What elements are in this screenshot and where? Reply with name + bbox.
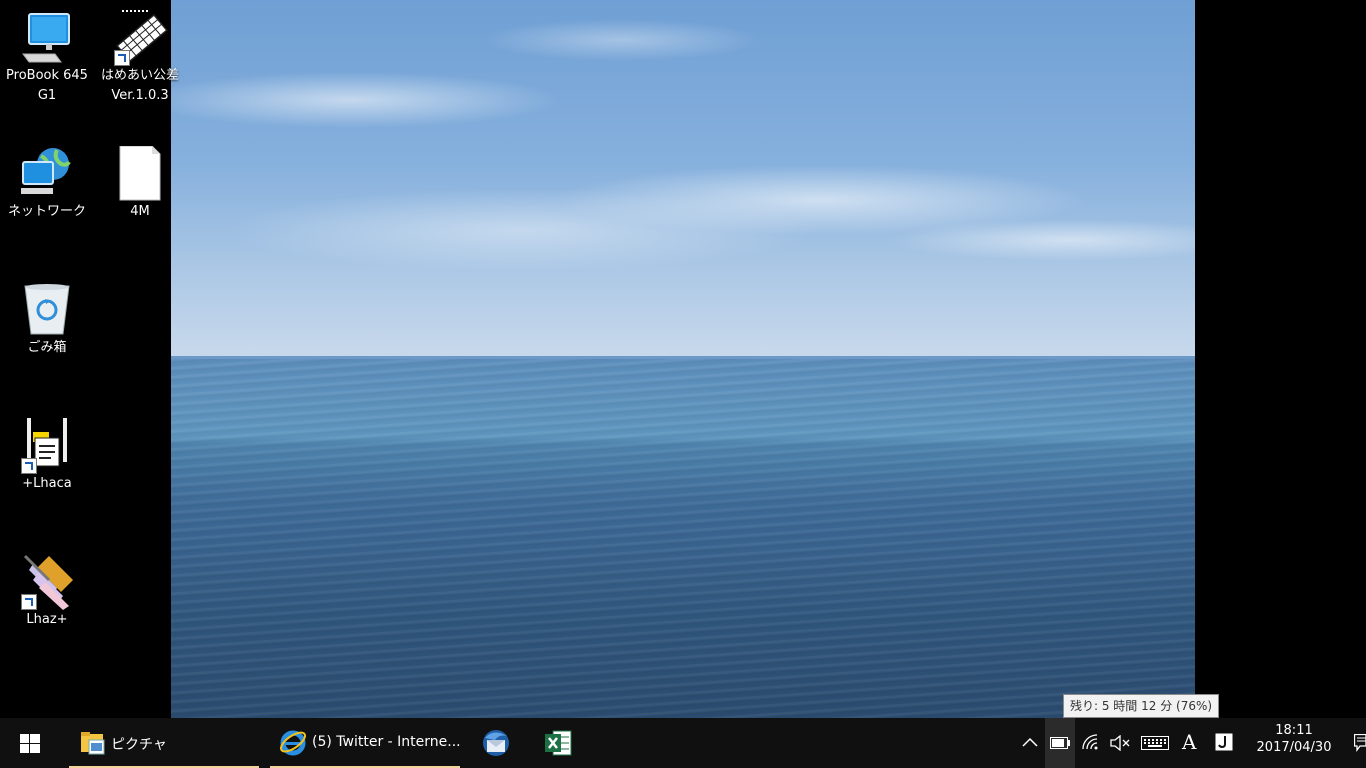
clock-button[interactable]: 18:11 2017/04/30 [1250,718,1338,768]
taskbar-explorer-label: ピクチャ [111,737,167,753]
volume-button[interactable] [1106,718,1136,768]
internet-explorer-icon [280,730,306,756]
keyboard-app-icon [112,10,168,66]
tray-app-icon [1215,733,1233,751]
desktop-icon-label: ごみ箱 [27,340,67,355]
desktop-icon-network[interactable]: ネットワーク [1,146,93,222]
ime-mode-label: A [1182,730,1197,754]
battery-button[interactable] [1045,718,1075,768]
taskbar-ie-label: (5) Twitter - Interne... [312,734,461,750]
desktop-icon-probook[interactable]: ProBook 645 G1 [1,10,93,106]
show-hidden-icons-button[interactable] [1016,718,1044,768]
shortcut-arrow-icon [114,50,130,66]
clock-date: 2017/04/30 [1256,740,1332,755]
desktop-icon-label: 4M [130,204,150,219]
action-center-button[interactable] [1344,718,1366,768]
wallpaper-sea [171,358,1195,718]
lhaz-icon [19,554,75,610]
ime-mode-button[interactable]: A [1174,718,1204,768]
battery-tooltip: 残り: 5 時間 12 分 (76%) [1063,694,1220,718]
start-button[interactable] [0,718,60,768]
shortcut-arrow-icon [21,594,37,610]
touch-keyboard-button[interactable] [1138,718,1172,768]
thunderbird-icon [483,730,509,756]
wallpaper-horizon [171,356,1195,359]
file-icon [112,145,168,202]
desktop-icon-label: Lhaz+ [26,612,68,627]
tray-app-button[interactable] [1208,718,1240,768]
recycle-bin-icon [19,282,75,338]
lhaca-icon [19,418,75,474]
wallpaper-sky [171,0,1195,358]
computer-icon [19,10,75,66]
windows-start-icon [20,734,40,753]
notification-icon [1354,734,1366,752]
desktop-icon-label: ProBook 645 G1 [6,68,88,103]
taskbar-explorer-button[interactable]: ピクチャ [69,718,259,768]
desktop-icon-label: はめあい公差 Ver.1.0.3 [100,68,179,103]
desktop-icon-lhaz[interactable]: Lhaz+ [1,554,93,630]
desktop-icon-label: +Lhaca [22,476,72,491]
desktop-wallpaper [171,0,1195,718]
excel-icon [545,730,572,756]
taskbar-ie-button[interactable]: (5) Twitter - Interne... [270,718,461,768]
desktop-icon-label: ネットワーク [7,204,86,219]
volume-muted-icon [1110,735,1130,751]
taskbar-thunderbird-button[interactable] [470,718,520,768]
battery-icon [1050,737,1070,749]
wifi-icon [1082,734,1098,750]
taskbar-excel-button[interactable] [532,718,582,768]
keyboard-icon [1141,736,1169,750]
clock-time: 18:11 [1275,723,1313,738]
desktop-icon-hameai[interactable]: はめあい公差 Ver.1.0.3 [94,10,186,106]
network-button[interactable] [1076,718,1106,768]
network-icon [19,146,75,202]
desktop-icon-lhaca[interactable]: +Lhaca [1,418,93,494]
shortcut-arrow-icon [21,458,37,474]
taskbar: ピクチャ (5) Twitter - Interne... A 18:11 20… [0,718,1366,768]
desktop-icon-4m[interactable]: 4M [94,145,186,222]
desktop-icon-recycle-bin[interactable]: ごみ箱 [1,282,93,358]
chevron-up-icon [1022,737,1038,747]
folder-icon [81,732,105,755]
